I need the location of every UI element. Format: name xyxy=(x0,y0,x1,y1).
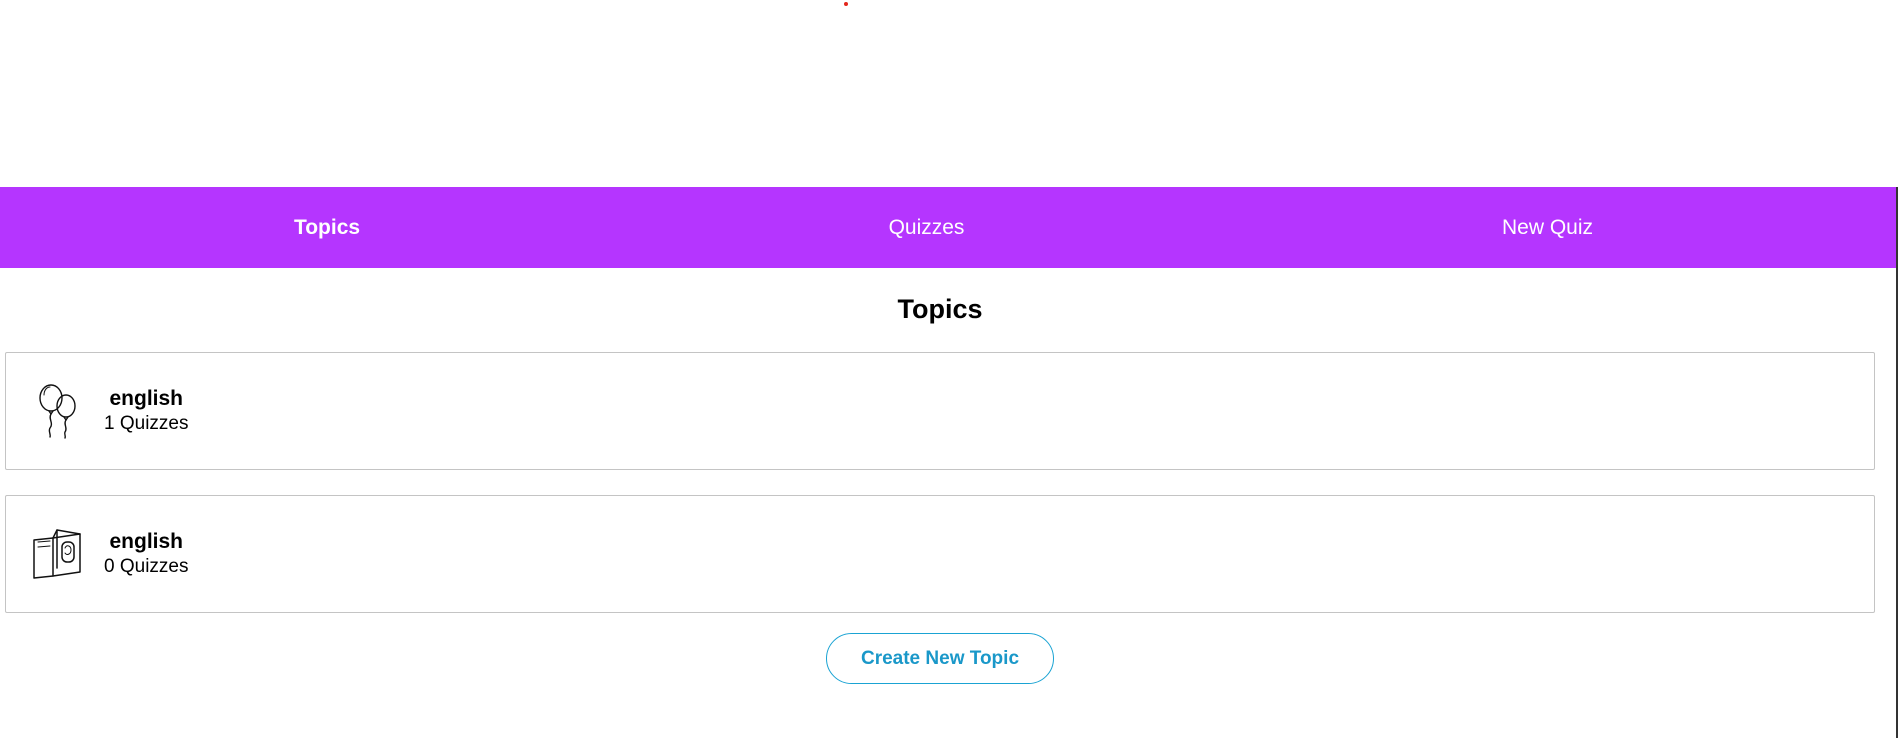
page: Topics Quizzes New Quiz Topics english 1… xyxy=(0,0,1898,738)
topic-card[interactable]: english 1 Quizzes xyxy=(5,352,1875,470)
topic-name: english xyxy=(109,387,183,410)
topic-text: english 0 Quizzes xyxy=(104,529,188,579)
page-title: Topics xyxy=(897,294,983,324)
main-navbar: Topics Quizzes New Quiz xyxy=(0,187,1896,268)
topic-quiz-count: 1 Quizzes xyxy=(104,413,189,434)
topic-text: english 1 Quizzes xyxy=(104,386,188,436)
topic-quiz-count: 0 Quizzes xyxy=(104,556,189,577)
balloons-icon xyxy=(30,383,86,439)
red-dot-marker xyxy=(844,2,848,6)
nav-new-quiz-link[interactable]: New Quiz xyxy=(1199,216,1896,240)
topic-card[interactable]: english 0 Quizzes xyxy=(5,495,1875,613)
create-new-topic-button[interactable]: Create New Topic xyxy=(826,633,1054,684)
topic-name: english xyxy=(109,530,183,553)
topic-list: english 1 Quizzes english 0 Quizzes xyxy=(5,352,1875,638)
nav-quizzes-link[interactable]: Quizzes xyxy=(654,216,1199,240)
nav-topics-link[interactable]: Topics xyxy=(0,216,654,240)
book-icon xyxy=(30,526,86,582)
